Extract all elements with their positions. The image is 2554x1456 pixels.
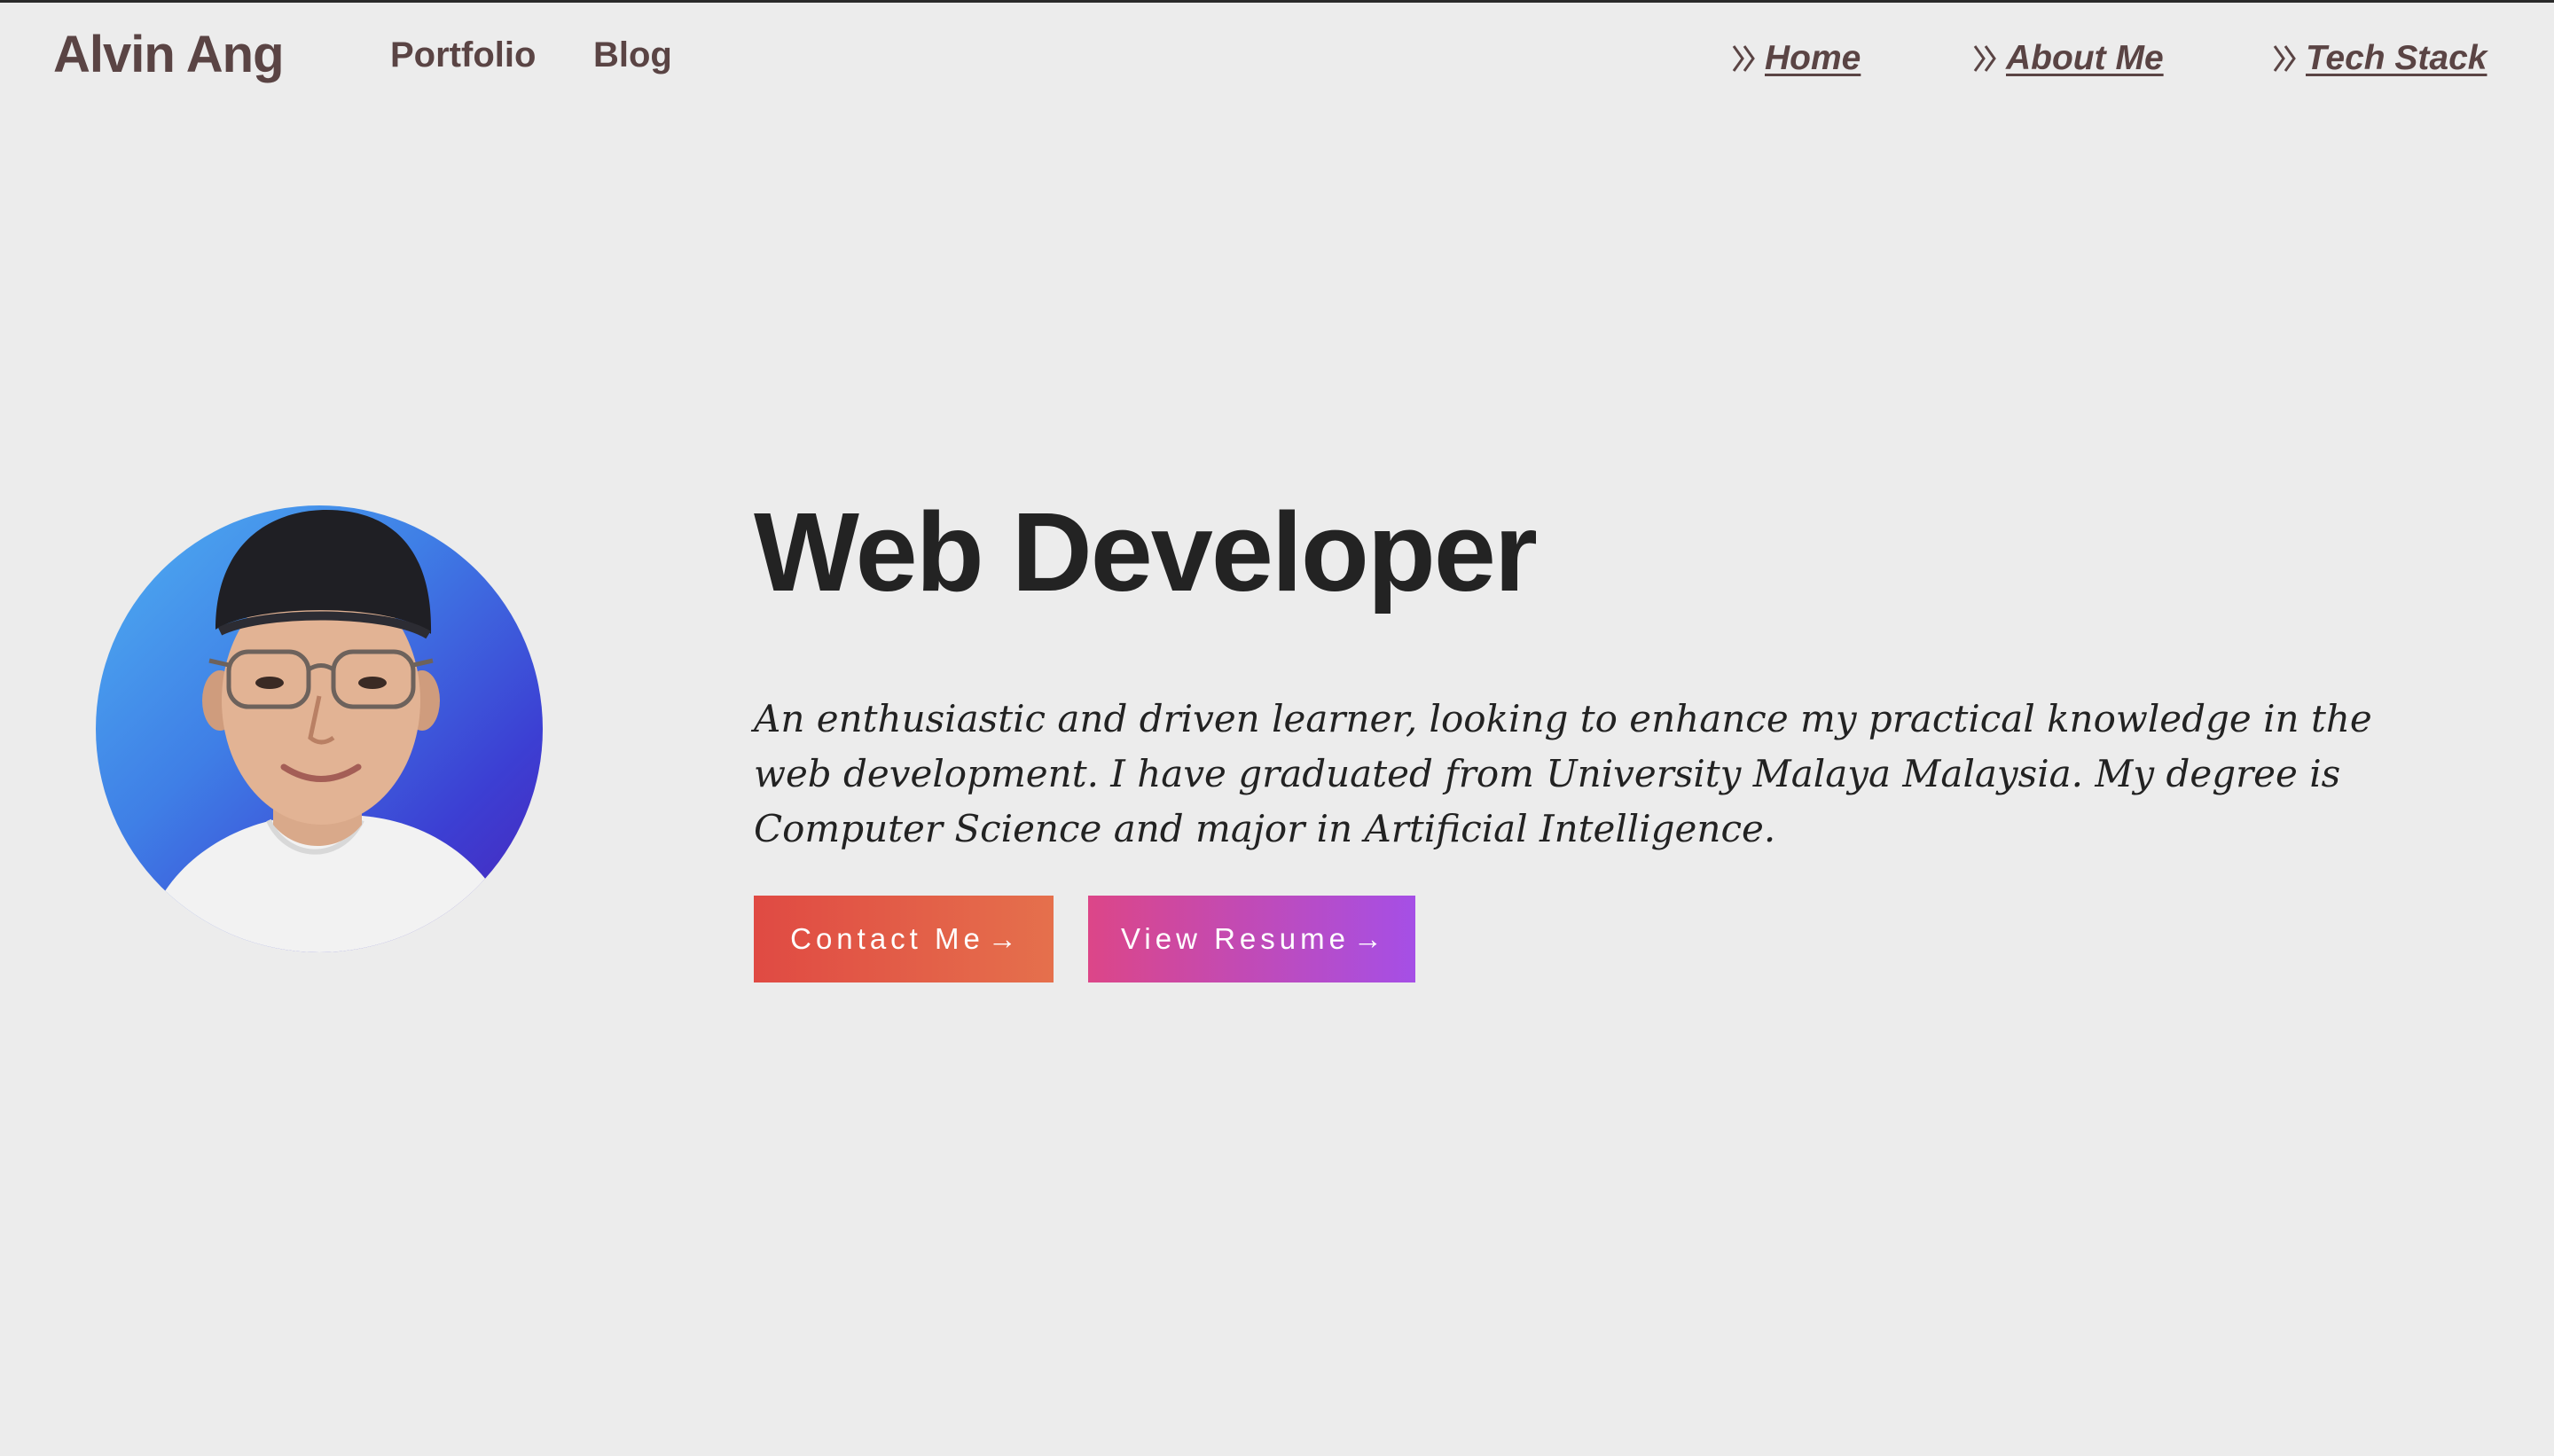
nav-link-label: About Me [2006, 39, 2164, 77]
profile-photo [149, 510, 513, 952]
nav-link-about-me[interactable]: About Me [1972, 39, 2164, 78]
profile-avatar [96, 505, 543, 952]
double-chevron-right-icon [1732, 45, 1755, 72]
double-chevron-right-icon [1973, 45, 1996, 72]
contact-me-button[interactable]: Contact Me → [754, 896, 1054, 982]
arrow-right-icon: → [1352, 922, 1383, 955]
button-label: View Resume [1121, 922, 1350, 955]
navbar: Alvin Ang Portfolio Blog Home About Me T… [0, 0, 2554, 115]
nav-link-portfolio[interactable]: Portfolio [390, 35, 536, 75]
hero-description: An enthusiastic and driven learner, look… [754, 697, 2372, 850]
brand-logo[interactable]: Alvin Ang [53, 25, 285, 84]
nav-link-blog[interactable]: Blog [593, 35, 672, 75]
view-resume-button[interactable]: View Resume → [1088, 896, 1415, 982]
hero-title: Web Developer [754, 489, 1538, 614]
arrow-right-icon: → [987, 922, 1017, 955]
double-chevron-right-icon [2273, 45, 2296, 72]
nav-link-label: Tech Stack [2306, 39, 2487, 77]
nav-link-home[interactable]: Home [1731, 39, 1861, 78]
nav-link-label: Home [1765, 39, 1861, 77]
button-label: Contact Me [790, 922, 984, 955]
nav-link-tech-stack[interactable]: Tech Stack [2272, 39, 2487, 78]
